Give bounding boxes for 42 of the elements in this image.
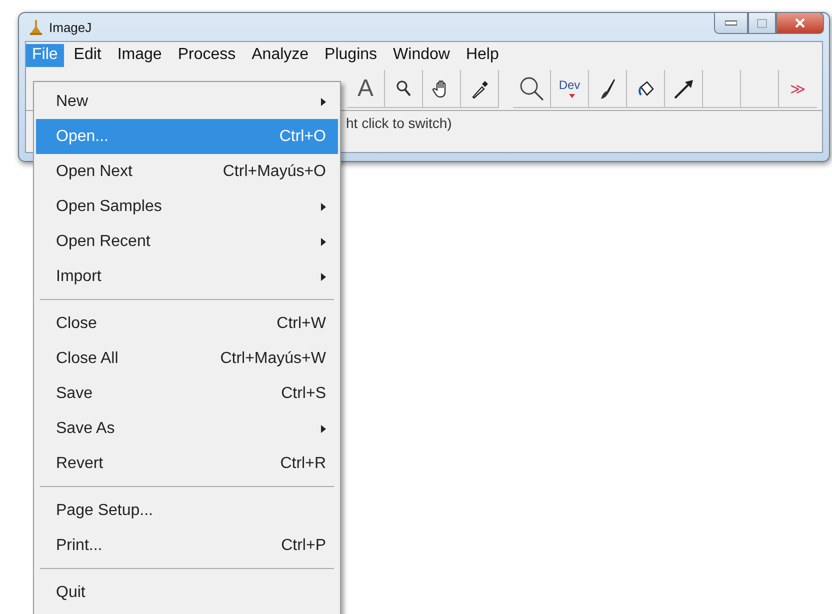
app-icon bbox=[29, 19, 43, 35]
menu-item[interactable]: Import bbox=[36, 259, 338, 294]
bucket-icon bbox=[636, 78, 654, 98]
menu-item[interactable]: Save Ctrl+S bbox=[36, 376, 338, 411]
minimize-button[interactable] bbox=[714, 12, 748, 34]
menu-item[interactable]: Window bbox=[387, 44, 456, 66]
close-icon bbox=[795, 18, 805, 28]
menu-item[interactable]: Plugins bbox=[318, 44, 384, 66]
tool-button[interactable] bbox=[627, 70, 665, 108]
menu-item[interactable]: Save As bbox=[36, 411, 338, 446]
tool-button[interactable] bbox=[589, 70, 627, 108]
dropdown-icon bbox=[569, 94, 575, 98]
menu-item[interactable]: Revert Ctrl+R bbox=[36, 446, 338, 481]
menu-item[interactable]: Open Samples bbox=[36, 189, 338, 224]
menu-item[interactable]: Open Recent bbox=[36, 224, 338, 259]
menu-item[interactable]: Print... Ctrl+P bbox=[36, 528, 338, 563]
dev-button[interactable]: Dev bbox=[551, 70, 589, 108]
tool-button[interactable] bbox=[665, 70, 703, 108]
menu-item[interactable]: Page Setup... bbox=[36, 493, 338, 528]
menu-item[interactable]: Close Ctrl+W bbox=[36, 306, 338, 341]
dropper-icon bbox=[470, 78, 488, 98]
minimize-icon bbox=[725, 20, 737, 26]
menu-item[interactable]: Analyze bbox=[246, 44, 315, 66]
maximize-icon bbox=[757, 18, 767, 28]
tool-button[interactable] bbox=[461, 70, 499, 108]
menu-item[interactable]: Open Next Ctrl+Mayús+O bbox=[36, 154, 338, 189]
brush-icon bbox=[600, 78, 616, 100]
arrow-icon bbox=[672, 78, 694, 100]
close-button[interactable] bbox=[776, 12, 824, 34]
search-icon bbox=[396, 80, 412, 98]
maximize-button[interactable] bbox=[748, 12, 776, 34]
menu-item[interactable]: Quit bbox=[36, 575, 338, 610]
magnifier-icon bbox=[518, 76, 544, 102]
menu-item[interactable]: Edit bbox=[68, 44, 108, 66]
menu-item[interactable]: Help bbox=[460, 44, 505, 66]
text-tool-button[interactable]: A bbox=[347, 70, 385, 108]
menu-item[interactable]: Process bbox=[172, 44, 242, 66]
menu-item[interactable]: Image bbox=[111, 44, 168, 66]
menu-item[interactable]: Close All Ctrl+Mayús+W bbox=[36, 341, 338, 376]
tool-button[interactable] bbox=[385, 70, 423, 108]
tool-button[interactable] bbox=[423, 70, 461, 108]
window-title: ImageJ bbox=[49, 20, 92, 34]
